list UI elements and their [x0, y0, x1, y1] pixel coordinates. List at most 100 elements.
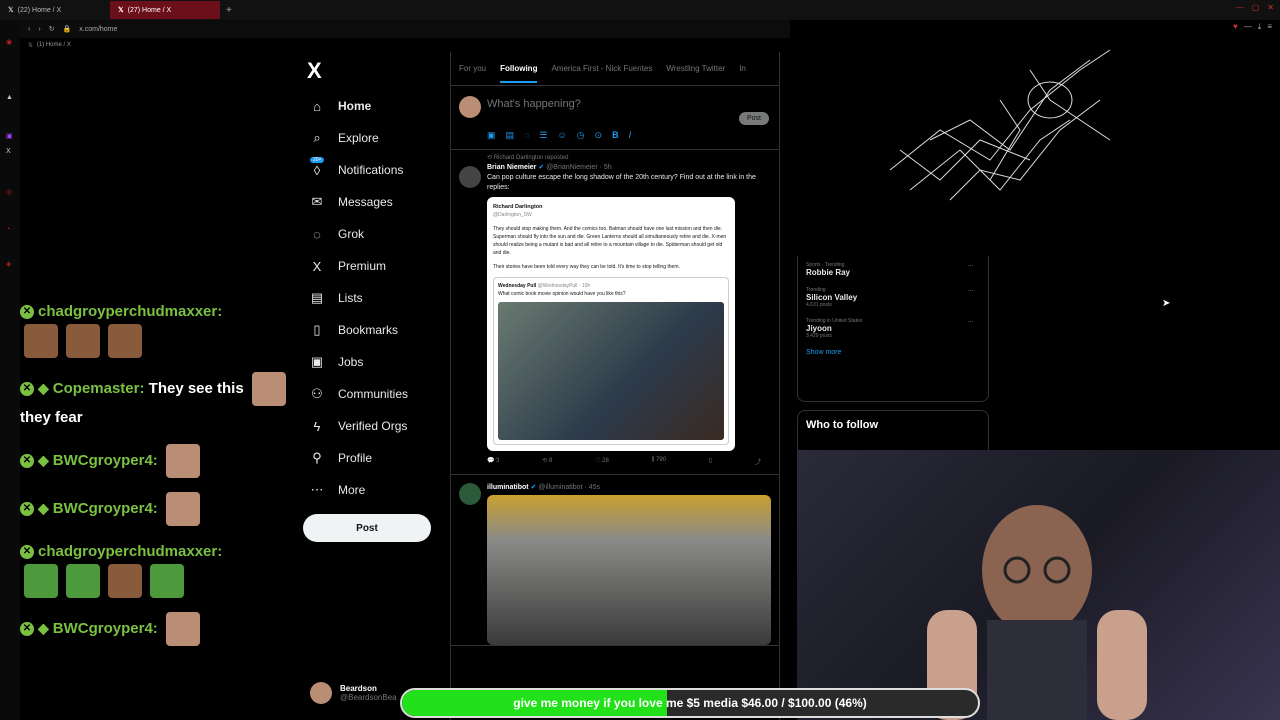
emote-icon [108, 324, 142, 358]
post-button[interactable]: Post [303, 514, 431, 542]
chat-badge-icon: ✕ [20, 545, 34, 560]
nav-jobs[interactable]: ▣ Jobs [306, 346, 446, 378]
nav-label: Lists [338, 291, 363, 305]
nav-label: Notifications [338, 163, 404, 177]
menu-icon[interactable]: ≡ [1267, 22, 1272, 32]
sidebar-icon[interactable]: ◎ [6, 188, 12, 196]
nav-explore[interactable]: ⌕ Explore [306, 122, 446, 154]
x-logo[interactable]: X [307, 58, 322, 84]
show-more-link[interactable]: Show more [806, 349, 980, 356]
chat-username: BWCgroyper4: [52, 451, 158, 469]
tweet[interactable]: illuminatibot ✔ @illuminatibot · 45s [451, 475, 779, 646]
nav-profile[interactable]: ⚲ Profile [306, 442, 446, 474]
bookmark-item[interactable]: (1) Home / X [37, 42, 71, 48]
download-icon[interactable]: ⤓ [1258, 22, 1262, 32]
url-text[interactable]: x.com/home [79, 26, 117, 33]
tweet-author[interactable]: Brian Niemeier [487, 164, 536, 171]
nav-label: Verified Orgs [338, 419, 408, 433]
donation-goal-bar: give me money if you love me $5 media $4… [400, 688, 980, 718]
bell-icon: ◊ 20+ [306, 156, 328, 178]
avatar[interactable] [459, 166, 481, 188]
account-handle: @BeardsonBea [340, 693, 397, 702]
poll-icon[interactable]: ☰ [539, 130, 547, 141]
image-icon[interactable]: ▣ [487, 130, 496, 141]
more-icon[interactable]: ⋯ [967, 262, 974, 270]
chat-username: chadgroyperchudmaxxer: [38, 303, 223, 320]
nav-label: Premium [338, 259, 387, 273]
compose-post-button[interactable]: Post [738, 112, 769, 125]
nav-verified-orgs[interactable]: ϟ Verified Orgs [306, 410, 446, 442]
search-icon: ⌕ [313, 130, 321, 145]
account-switcher[interactable]: Beardson @BeardsonBea [310, 682, 397, 704]
tab-for-you[interactable]: For you [459, 64, 486, 73]
nav-bookmarks[interactable]: ▯ Bookmarks [306, 314, 446, 346]
location-icon[interactable]: ⊙ [595, 130, 603, 141]
bookmark-icon[interactable]: ▯ [709, 457, 712, 466]
avatar[interactable] [459, 483, 481, 505]
trend-item[interactable]: Trending in United States Jiyoon 3,429 pos… [806, 318, 980, 339]
tab-list[interactable]: Wrestling Twitter [666, 64, 725, 73]
repost-button[interactable]: ⟲ 8 [542, 457, 552, 466]
sidebar-icon[interactable]: ◈ [6, 260, 11, 268]
nav-messages[interactable]: ✉ Messages [306, 186, 446, 218]
close-icon[interactable]: ✕ [1267, 3, 1274, 12]
twitch-icon[interactable]: ▣ [6, 132, 13, 140]
composer-tools: ▣ ▤ ◌ ☰ ☺ ◷ ⊙ B I [487, 130, 631, 141]
nav-premium[interactable]: X Premium [306, 250, 446, 282]
repost-icon: ⟲ [487, 155, 494, 161]
tab-following[interactable]: Following [500, 64, 538, 83]
emote-icon [165, 492, 200, 526]
emote-icon [66, 564, 100, 598]
maximize-icon[interactable]: ▢ [1252, 3, 1260, 12]
nav-grok[interactable]: ◌ Grok [306, 218, 446, 250]
new-tab-button[interactable]: + [220, 5, 238, 16]
browser-tab[interactable]: 𝕏 (22) Home / X [0, 1, 110, 19]
grok-icon[interactable]: ◌ [524, 130, 529, 141]
nav-lists[interactable]: ▤ Lists [306, 282, 446, 314]
chat-overlay: ✕ chadgroyperchudmaxxer: ✕ ◆ Copemaster: Th… [20, 300, 290, 660]
tab-list[interactable]: America First - Nick Fuentes [551, 64, 652, 73]
quoted-tweet[interactable]: Richard Darlington @Darlington_SW They s… [487, 197, 735, 451]
nav-notifications[interactable]: ◊ 20+ Notifications [306, 154, 446, 186]
minimize-icon[interactable]: — [1236, 3, 1244, 12]
nav-label: Communities [338, 387, 409, 401]
browser-tab-active[interactable]: 𝕏 (27) Home / X [110, 1, 220, 19]
forward-icon[interactable]: › [38, 26, 40, 33]
tweet[interactable]: ⟲ Richard Darlington reposted Brian Niem… [451, 150, 779, 475]
sidebar-icon[interactable]: ◔ [6, 226, 10, 233]
trend-name: Robbie Ray [806, 268, 851, 277]
grok-icon: ◌ [313, 226, 321, 242]
schedule-icon[interactable]: ◷ [577, 130, 585, 141]
italic-icon[interactable]: I [629, 130, 632, 141]
share-icon[interactable]: ⤴ [755, 457, 761, 466]
heart-icon[interactable]: ♥ [1233, 22, 1238, 32]
more-icon[interactable]: ⋯ [967, 318, 974, 326]
bold-icon[interactable]: B [612, 130, 619, 141]
sidebar-icon[interactable]: ▲ [6, 94, 13, 101]
trend-item[interactable]: Trending Silicon Valley 4,631 posts ⋯ [806, 287, 980, 308]
nav-label: More [338, 483, 366, 497]
trend-item[interactable]: Sports · Trending Robbie Ray ⋯ [806, 262, 980, 277]
gif-icon[interactable]: ▤ [506, 130, 515, 141]
bookmarks-bar: 𝕏 (1) Home / X [0, 38, 790, 52]
compose-input[interactable]: What's happening? [487, 98, 581, 110]
sidebar-icon[interactable]: ◉ [6, 38, 12, 46]
x-icon[interactable]: X [6, 148, 11, 155]
tweet-media[interactable] [487, 495, 771, 645]
like-button[interactable]: ♡ 28 [595, 457, 609, 466]
nav-home[interactable]: ⌂ Home [306, 90, 446, 122]
back-icon[interactable]: ‹ [28, 26, 30, 33]
views-button[interactable]: ⫼ 790 [652, 457, 666, 466]
more-icon[interactable]: ⋯ [967, 287, 974, 295]
quote-handle: @Darlington_SW [493, 212, 532, 218]
reply-button[interactable]: 💬 3 [487, 457, 500, 466]
nav-communities[interactable]: ⚇ Communities [306, 378, 446, 410]
nested-handle: @WednesdayPull · 10h [537, 283, 591, 289]
tweet-author[interactable]: illuminatibot [487, 484, 529, 491]
extensions-icon[interactable]: — [1244, 22, 1252, 32]
emoji-icon[interactable]: ☺ [557, 130, 566, 141]
address-bar[interactable]: ‹ › ↻ 🔒 x.com/home [0, 20, 790, 38]
reload-icon[interactable]: ↻ [49, 25, 55, 33]
tab-list[interactable]: In [739, 64, 746, 73]
nav-more[interactable]: ⋯ More [306, 474, 446, 506]
